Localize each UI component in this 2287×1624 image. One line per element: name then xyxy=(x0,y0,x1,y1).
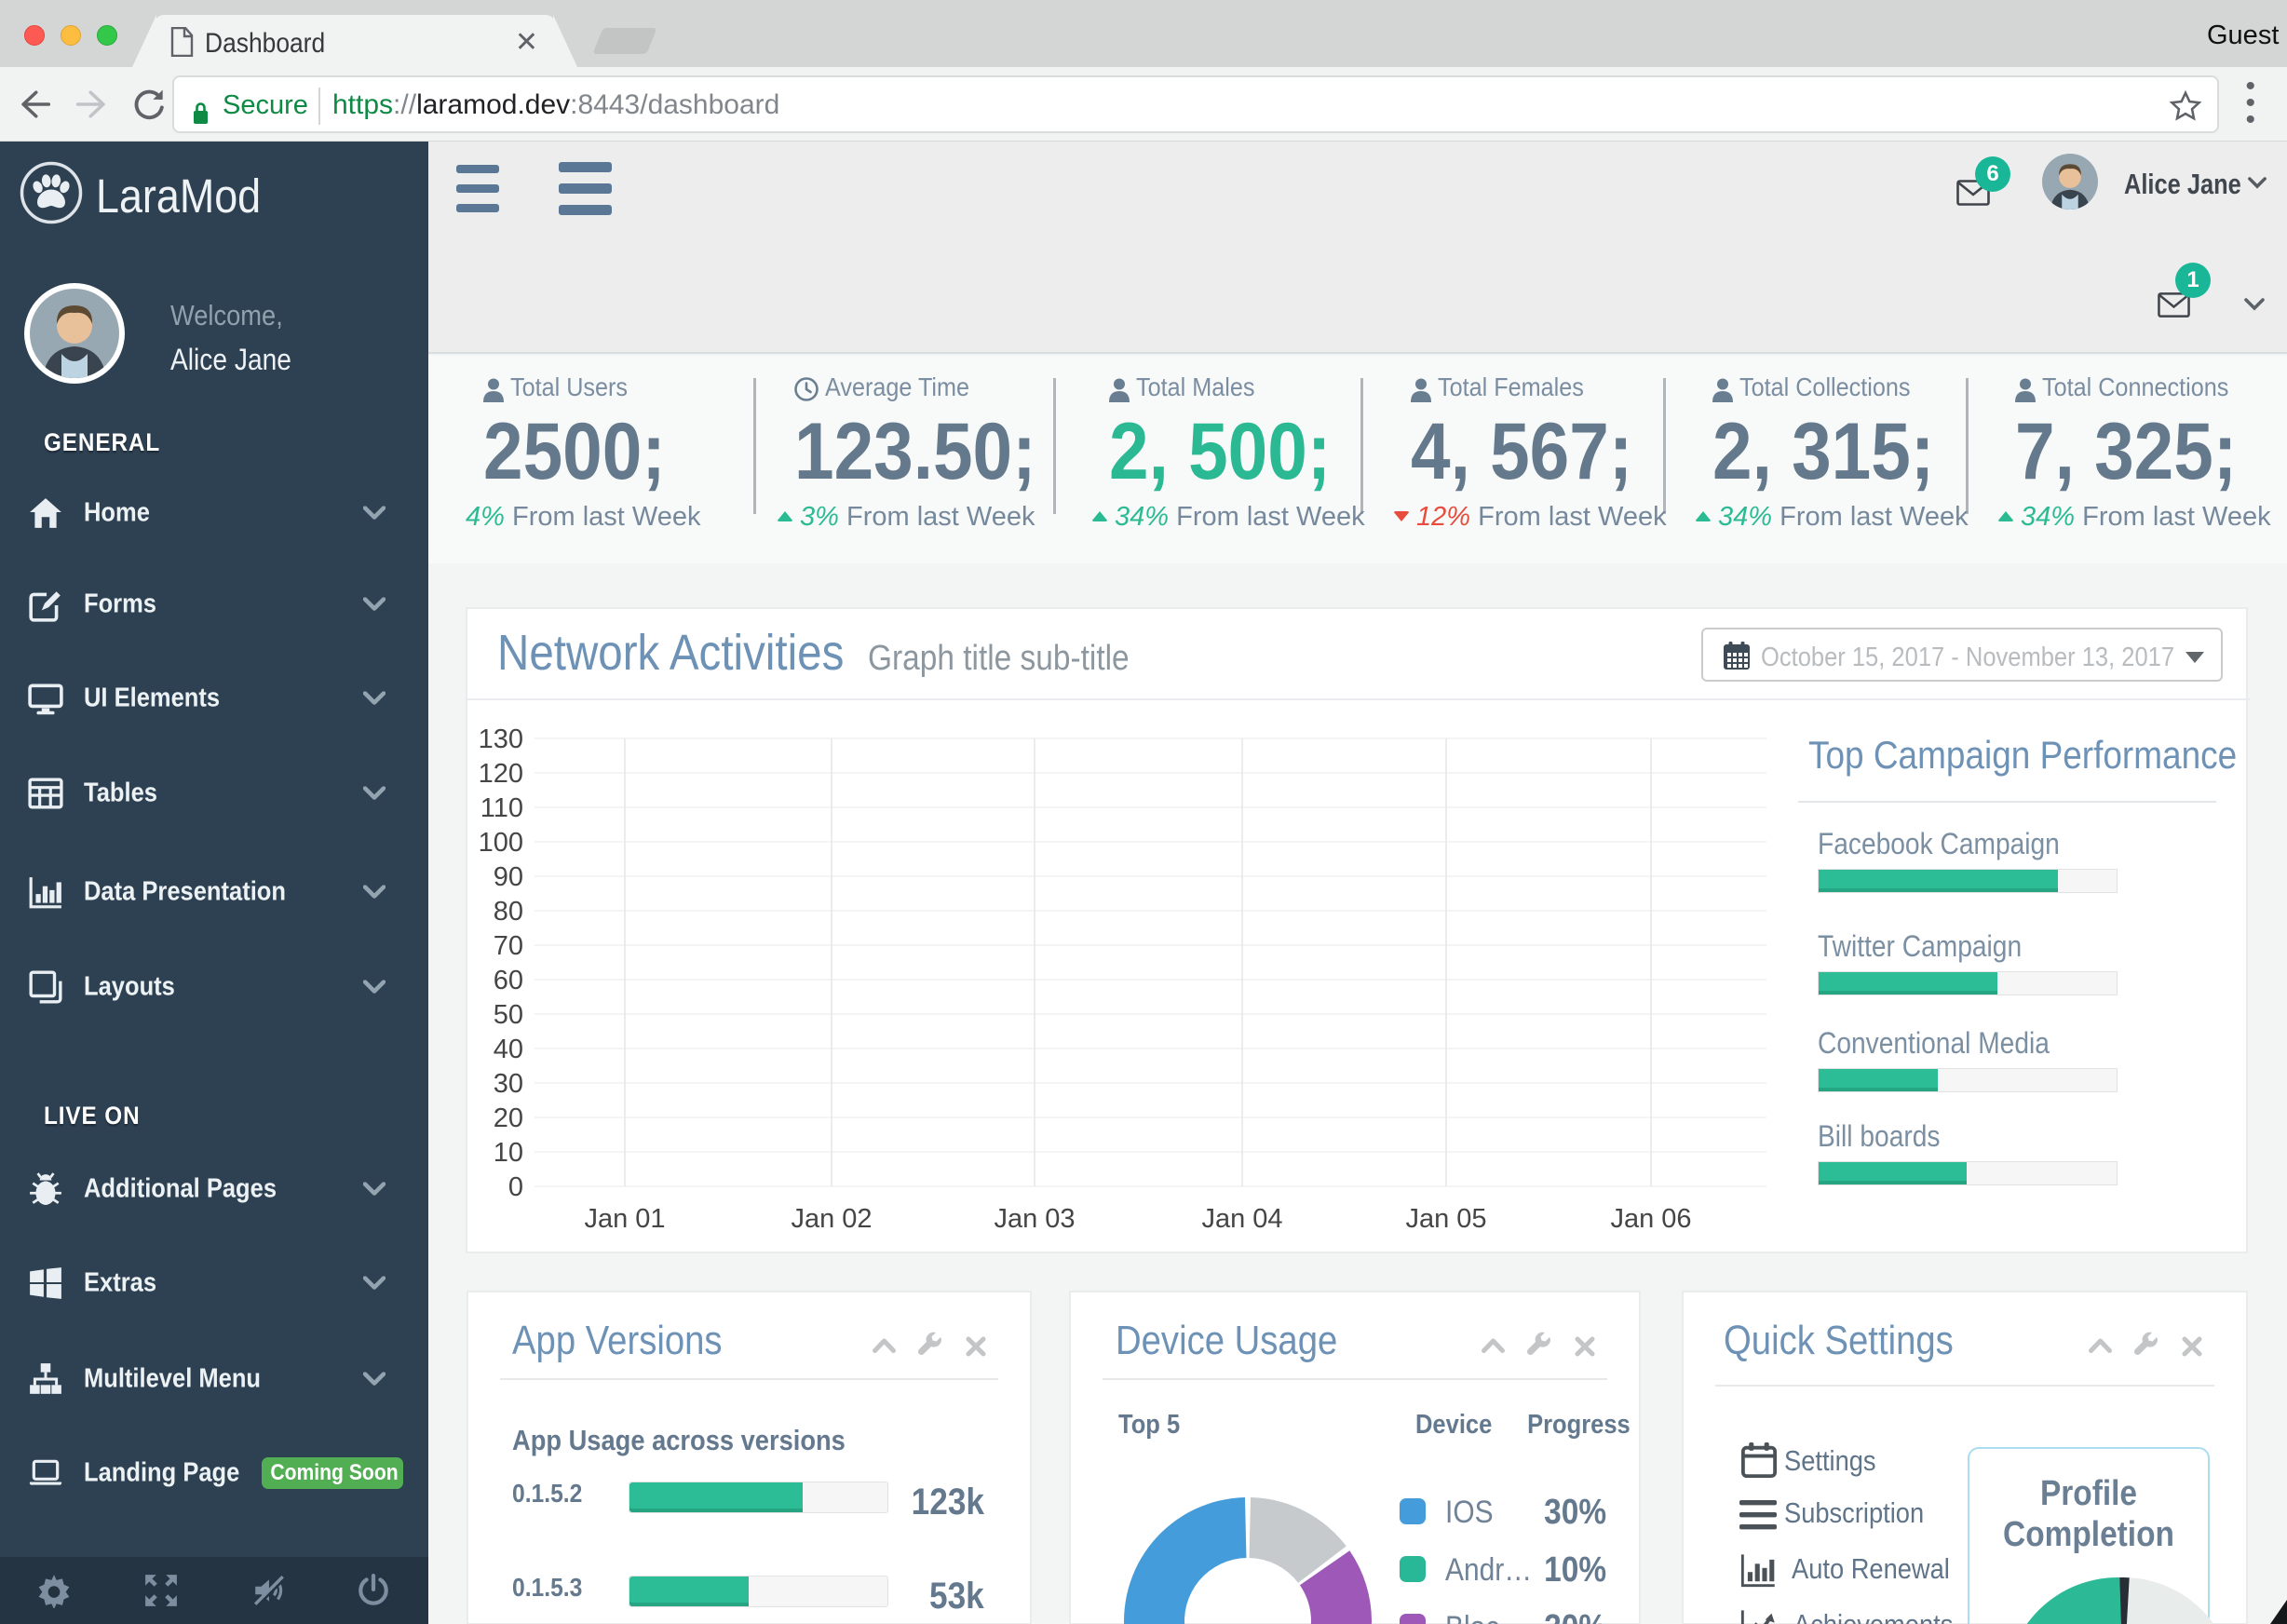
svg-text:90: 90 xyxy=(494,862,523,892)
svg-text:50: 50 xyxy=(494,1000,523,1030)
svg-text:130: 130 xyxy=(479,724,523,754)
svg-text:70: 70 xyxy=(494,931,523,961)
svg-text:Jan 05: Jan 05 xyxy=(1405,1204,1486,1234)
svg-text:120: 120 xyxy=(479,759,523,789)
svg-text:40: 40 xyxy=(494,1035,523,1064)
svg-text:60: 60 xyxy=(494,966,523,995)
svg-text:30: 30 xyxy=(494,1069,523,1099)
svg-text:10: 10 xyxy=(494,1138,523,1168)
svg-text:Jan 06: Jan 06 xyxy=(1610,1204,1691,1234)
svg-text:20: 20 xyxy=(494,1103,523,1133)
svg-text:Jan 02: Jan 02 xyxy=(791,1204,872,1234)
svg-text:110: 110 xyxy=(480,793,523,823)
svg-text:Jan 04: Jan 04 xyxy=(1201,1204,1282,1234)
svg-text:Jan 01: Jan 01 xyxy=(584,1204,665,1234)
svg-text:80: 80 xyxy=(494,897,523,927)
svg-text:100: 100 xyxy=(479,828,523,858)
svg-text:Jan 03: Jan 03 xyxy=(994,1204,1075,1234)
svg-text:0: 0 xyxy=(508,1172,523,1202)
